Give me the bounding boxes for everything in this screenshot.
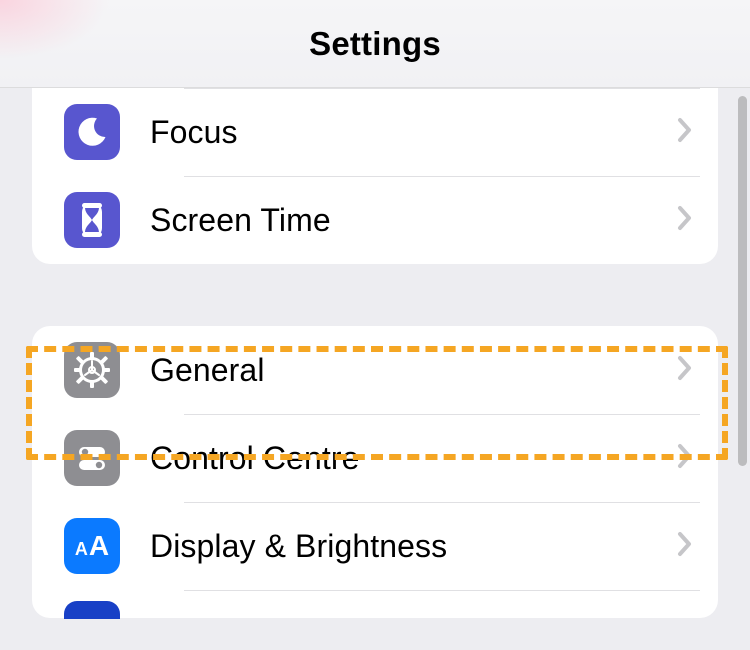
text-size-icon: AA [64,518,120,574]
chevron-right-icon [676,354,694,387]
hourglass-icon [64,192,120,248]
row-separator [184,502,700,503]
row-label: Display & Brightness [150,528,676,565]
row-label: Focus [150,114,676,151]
row-label: General [150,352,676,389]
settings-row-control-centre[interactable]: Control Centre [32,414,718,502]
settings-row-screen-time[interactable]: Screen Time [32,176,718,264]
settings-row-general[interactable]: General [32,326,718,414]
chevron-right-icon [676,116,694,149]
settings-group-1: Focus Screen Time [32,88,718,264]
header-bar: Settings [0,0,750,88]
settings-row-peek[interactable] [32,590,718,618]
chevron-right-icon [676,530,694,563]
chevron-right-icon [676,204,694,237]
page-title: Settings [309,25,441,63]
aa-glyph: AA [75,530,109,562]
row-label: Control Centre [150,440,676,477]
chevron-right-icon [676,442,694,475]
settings-scroll[interactable]: Focus Screen Time [0,88,750,650]
row-separator [184,176,700,177]
row-separator [184,590,700,591]
gear-icon [64,342,120,398]
settings-row-display-brightness[interactable]: AA Display & Brightness [32,502,718,590]
settings-row-focus[interactable]: Focus [32,88,718,176]
moon-icon [64,104,120,160]
row-separator [184,414,700,415]
icon-tile-peek [64,601,120,619]
scrollbar-thumb[interactable] [738,96,747,466]
group-gap [0,264,750,326]
header-gloss [0,0,110,60]
toggles-icon [64,430,120,486]
row-separator [184,88,700,89]
row-label: Screen Time [150,202,676,239]
settings-group-2: General Control Centre [32,326,718,618]
